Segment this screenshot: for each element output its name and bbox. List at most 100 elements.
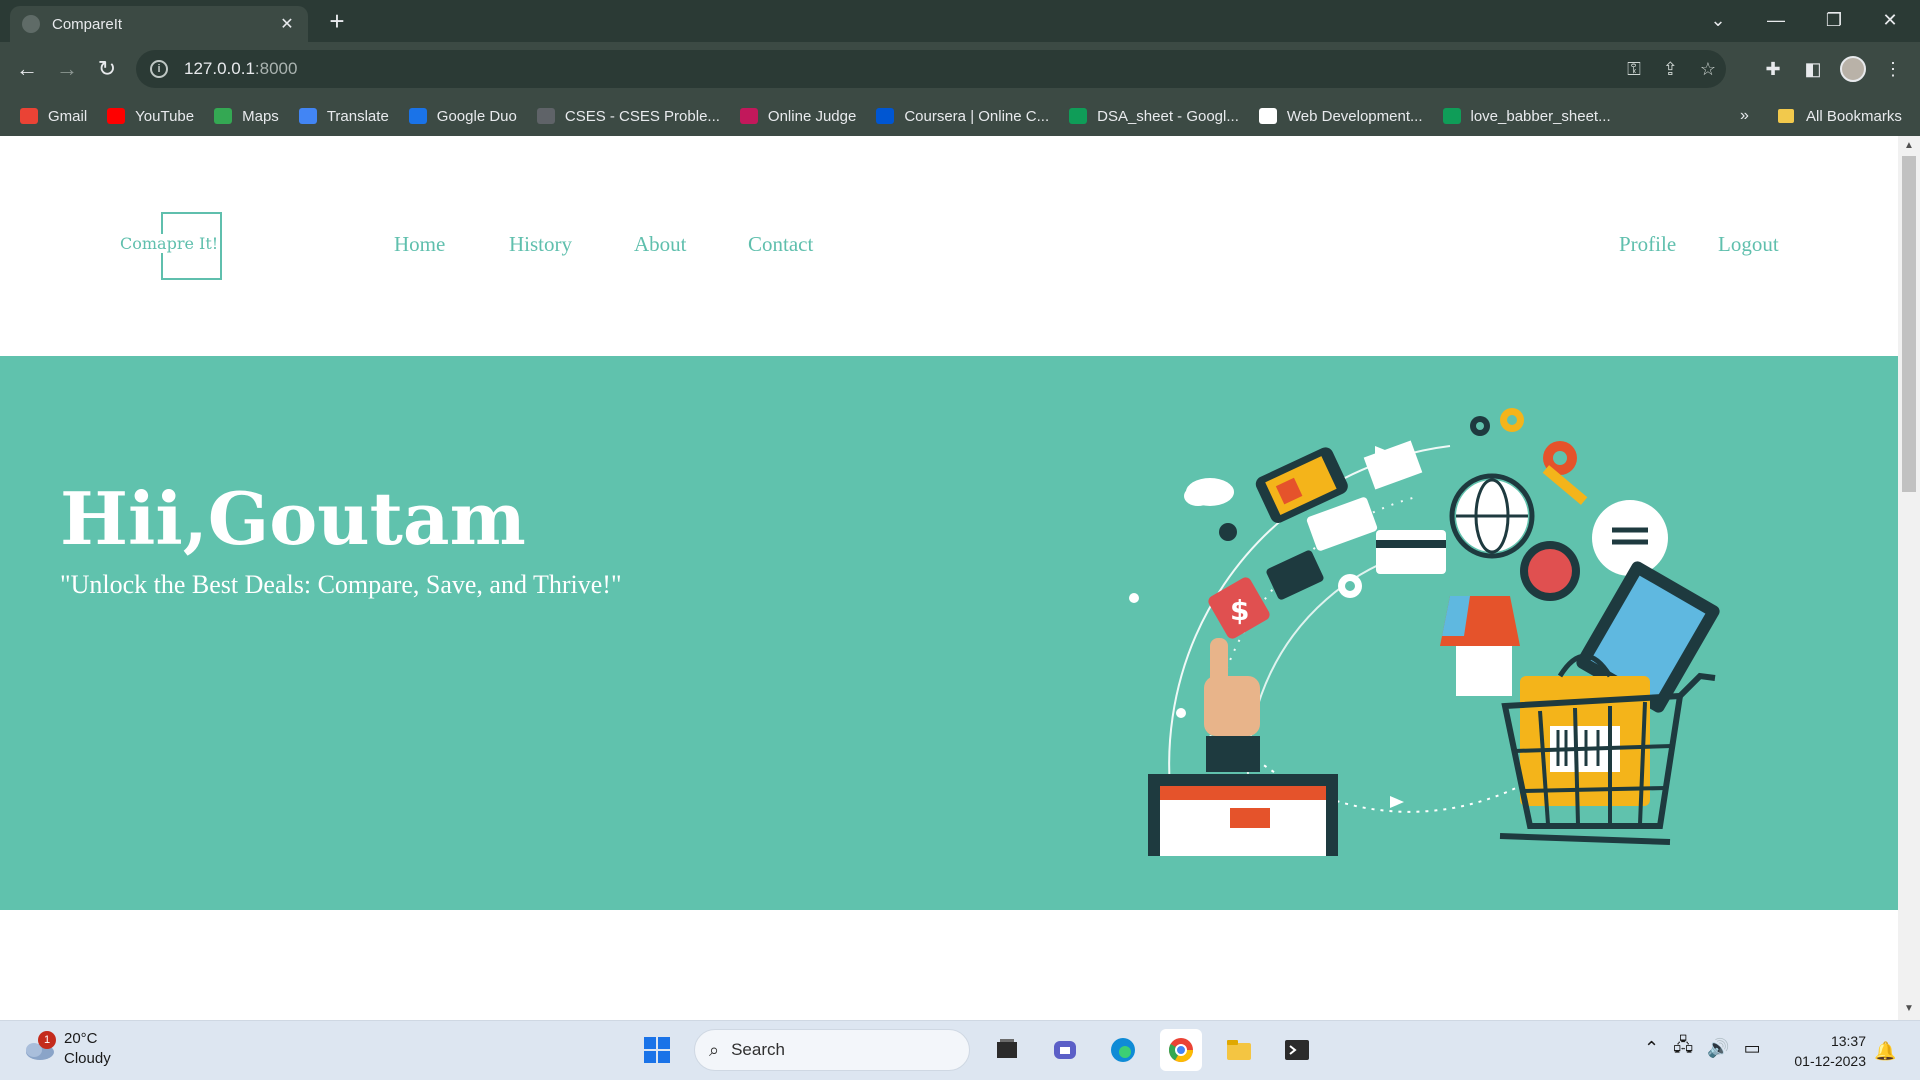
volume-icon[interactable]: 🔊 [1707,1038,1729,1059]
terminal-icon[interactable] [1276,1029,1318,1071]
search-icon: ⌕ [709,1039,720,1060]
battery-icon[interactable]: ▭ [1744,1038,1761,1059]
hero-banner: Hii,Goutam "Unlock the Best Deals: Compa… [0,356,1898,910]
bookmark-item[interactable]: Online Judge [739,107,857,125]
greeting-heading: Hii,Goutam [60,476,526,561]
show-hidden-icons[interactable]: ⌃ [1644,1038,1659,1059]
uva-icon [739,108,758,124]
browser-tab[interactable]: CompareIt ✕ [10,6,308,42]
windows-taskbar: 1 20°C Cloudy ⌕ Search ⌃ 🖧 🔊 ▭ 13:37 01-… [0,1020,1920,1080]
nav-history[interactable]: History [509,232,572,257]
nav-profile[interactable]: Profile [1619,232,1676,257]
file-explorer-icon[interactable] [1218,1029,1260,1071]
browser-tab-strip: CompareIt ✕ + ⌄ — ❐ ✕ [0,0,1920,42]
back-icon[interactable]: ← [12,54,42,84]
nav-contact[interactable]: Contact [748,232,813,257]
clock-date: 01-12-2023 [1794,1053,1866,1069]
chrome-browser-icon[interactable] [1160,1029,1202,1071]
gmail-icon [20,108,38,124]
all-bookmarks-button[interactable]: All Bookmarks [1778,96,1902,136]
bookmark-label: love_babber_sheet... [1470,107,1611,125]
scroll-down-icon[interactable]: ▼ [1902,1002,1916,1016]
tab-favicon-icon [22,15,40,33]
scroll-up-icon[interactable]: ▲ [1902,139,1916,153]
clock-time: 13:37 [1830,1033,1866,1049]
reload-icon[interactable]: ↻ [92,54,122,84]
bookmark-label: Online Judge [767,107,857,125]
bookmark-item[interactable]: Google Duo [408,107,517,125]
sheets-icon [1069,108,1088,124]
weather-widget[interactable]: 1 20°C Cloudy [22,1029,111,1069]
web-page: Comapre It! Home History About Contact P… [0,136,1898,1020]
new-tab-button[interactable]: + [322,6,352,36]
url-host: 127.0.0.1 [184,59,255,78]
taskbar-clock[interactable]: 13:37 01-12-2023 [1786,1031,1866,1071]
cloud-icon [1184,478,1234,506]
ecommerce-illustration: $ [1129,408,1720,856]
menu-icon[interactable]: ⋮ [1878,54,1908,84]
bookmark-label: Coursera | Online C... [904,107,1050,125]
site-info-icon[interactable]: i [150,60,168,78]
bookmark-item[interactable]: DSA_sheet - Googl... [1069,108,1239,125]
extensions-icon[interactable]: ✚ [1758,54,1788,84]
duo-icon [408,108,427,124]
scroll-thumb[interactable] [1902,156,1916,492]
bookmark-item[interactable]: Coursera | Online C... [876,108,1049,125]
logo-text: Comapre It! [120,234,221,253]
bookmark-item[interactable]: Translate [298,107,389,125]
restore-icon[interactable]: ❐ [1806,0,1862,42]
folder-icon [1778,109,1794,123]
profile-avatar[interactable] [1840,56,1866,82]
teams-chat-icon[interactable] [1044,1029,1086,1071]
bookmark-item[interactable]: Maps [214,108,279,125]
youtube-icon [107,108,126,124]
weather-desc: Cloudy [64,1050,111,1067]
bookmark-item[interactable]: Web Development... [1258,108,1423,125]
bookmark-label: Gmail [48,107,88,125]
side-panel-icon[interactable]: ◧ [1798,54,1828,84]
bookmark-label: YouTube [135,107,195,125]
edge-browser-icon[interactable] [1102,1029,1144,1071]
close-window-icon[interactable]: ✕ [1862,0,1918,42]
site-header: Comapre It! Home History About Contact P… [0,136,1898,356]
bookmark-item[interactable]: Gmail [20,108,87,125]
windows-start-icon[interactable] [636,1029,678,1071]
star-icon[interactable]: ☆ [1700,59,1716,80]
minimize-icon[interactable]: — [1748,0,1804,42]
cloudy-weather-icon: 1 [22,1031,56,1061]
page-scrollbar[interactable]: ▲ ▼ [1898,136,1920,1020]
webdev-icon [1258,108,1277,124]
bookmark-label: Google Duo [436,107,517,125]
tab-title: CompareIt [52,15,123,33]
key-icon[interactable]: ⚿ [1627,59,1641,80]
weather-temp: 20°C [64,1030,98,1047]
bookmarks-bar: Gmail YouTube Maps Translate Google Duo CSES … [0,96,1920,136]
globe-icon [536,108,555,124]
site-logo[interactable]: Comapre It! [120,212,222,280]
bookmark-item[interactable]: CSES - CSES Proble... [536,107,720,125]
taskbar-search-box[interactable]: ⌕ Search [694,1029,970,1071]
nav-about[interactable]: About [634,232,687,257]
tab-search-icon[interactable]: ⌄ [1690,0,1746,42]
nav-home[interactable]: Home [394,232,445,257]
bookmark-label: Maps [242,107,279,125]
share-icon[interactable]: ⇪ [1663,59,1678,80]
browser-toolbar: ← → ↻ i 127.0.0.1:8000 ⚿ ⇪ ☆ ✚ ◧ ⋮ [0,42,1920,96]
address-bar[interactable]: i 127.0.0.1:8000 ⚿ ⇪ ☆ [136,50,1726,88]
task-view-icon[interactable] [986,1029,1028,1071]
bookmark-item[interactable]: love_babber_sheet... [1442,107,1611,125]
nav-logout[interactable]: Logout [1718,232,1779,257]
tab-close-icon[interactable]: ✕ [278,14,296,34]
svg-text:$: $ [1230,594,1249,627]
notification-bell-icon[interactable]: 🔔 [1874,1041,1896,1062]
bookmark-label: Translate [326,107,389,125]
bookmarks-more-icon[interactable]: » [1740,96,1749,136]
maps-icon [214,108,233,124]
taskbar-search-label: Search [731,1040,785,1059]
sheets-icon [1442,108,1461,124]
hero-tagline: "Unlock the Best Deals: Compare, Save, a… [60,570,622,599]
bookmark-label: CSES - CSES Proble... [564,107,720,125]
network-icon[interactable]: 🖧 [1673,1033,1693,1063]
forward-icon[interactable]: → [52,54,82,84]
bookmark-item[interactable]: YouTube [107,108,194,125]
